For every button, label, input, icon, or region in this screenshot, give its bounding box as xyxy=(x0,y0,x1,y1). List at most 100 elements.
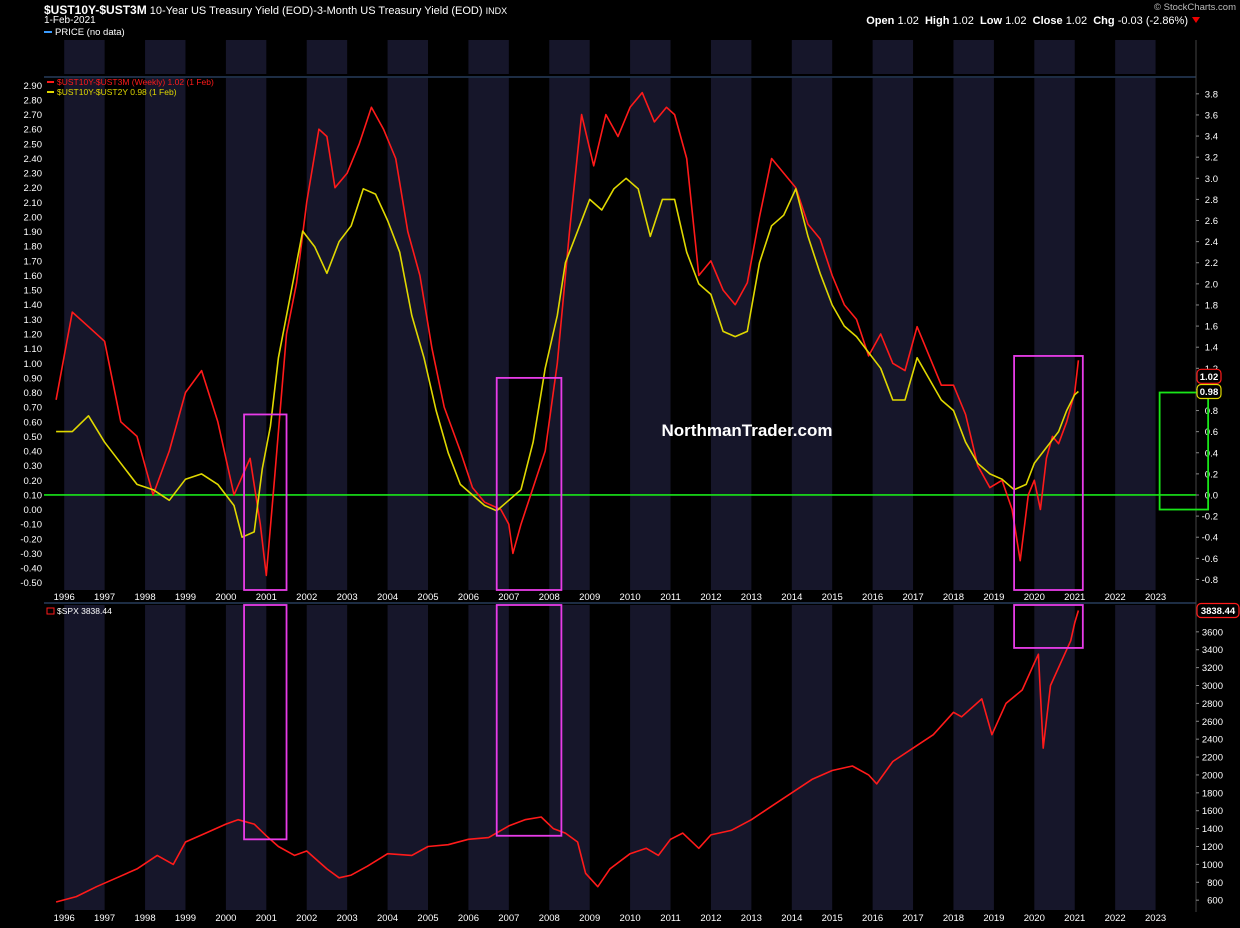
year-band xyxy=(630,78,671,590)
spx-axis-tick-label: 1800 xyxy=(1202,788,1223,799)
panel-frames xyxy=(44,40,1197,912)
left-axis-tick-label: 1.70 xyxy=(24,256,43,267)
left-axis-tick-label: 0.90 xyxy=(24,373,43,384)
year-band xyxy=(64,605,105,910)
x-axis-tick-label: 2009 xyxy=(579,913,600,924)
x-axis-tick-label: 2008 xyxy=(539,913,560,924)
right-axis-tick-label: 3.0 xyxy=(1205,174,1218,185)
left-axis-tick-label: 1.00 xyxy=(24,359,43,370)
left-axis-tick-label: 0.10 xyxy=(24,490,43,501)
x-axis-tick-label: 2004 xyxy=(377,592,398,603)
left-axis-tick-label: 1.30 xyxy=(24,315,43,326)
x-axis-tick-label: 2004 xyxy=(377,913,398,924)
right-axis-tick-label: -0.8 xyxy=(1202,575,1218,586)
year-band xyxy=(1034,605,1075,910)
x-axis-tick-label: 2016 xyxy=(862,913,883,924)
left-axis-tick-label: 0.50 xyxy=(24,432,43,443)
left-axis-tick-label: 2.30 xyxy=(24,169,43,180)
x-axis-tick-label: 2012 xyxy=(700,913,721,924)
x-axis-tick-label: 2003 xyxy=(337,592,358,603)
x-axis-tick-label: 2023 xyxy=(1145,913,1166,924)
chart-canvas: 2.902.802.702.602.502.402.302.202.102.00… xyxy=(20,40,1240,924)
x-axis-tick-label: 2017 xyxy=(902,913,923,924)
right-axis-tick-label: 1.8 xyxy=(1205,300,1218,311)
right-axis-tick-label: 1.6 xyxy=(1205,322,1218,333)
left-axis-tick-label: -0.30 xyxy=(20,549,42,560)
left-axis-tick-label: 2.90 xyxy=(24,81,43,92)
year-band xyxy=(791,40,833,74)
x-axis-tick-label: 1998 xyxy=(134,913,155,924)
year-band xyxy=(306,40,348,74)
right-axis-tick-label: 3.2 xyxy=(1205,153,1218,164)
x-axis-tick-label: 2020 xyxy=(1024,913,1045,924)
spx-axis-tick-label: 600 xyxy=(1207,896,1223,907)
x-axis-tick-label: 2021 xyxy=(1064,592,1085,603)
left-axis-tick-label: 2.50 xyxy=(24,139,43,150)
year-band xyxy=(387,605,428,910)
year-band xyxy=(1115,78,1156,590)
series-lines xyxy=(44,91,1196,903)
left-axis-tick-label: 0.30 xyxy=(24,461,43,472)
left-axis-tick-label: 1.60 xyxy=(24,271,43,282)
highlight-box xyxy=(1158,391,1210,511)
year-band xyxy=(64,40,105,74)
legend-label: $SPX 3838.44 xyxy=(57,606,112,616)
right-axis-tick-label: -0.6 xyxy=(1202,554,1218,565)
left-axis-tick-label: 0.20 xyxy=(24,476,43,487)
spx-axis-tick-label: 2400 xyxy=(1202,735,1223,746)
spx-axis-tick-label: 1000 xyxy=(1202,860,1223,871)
x-axis-tick-label: 2003 xyxy=(337,913,358,924)
x-axis-tick-label: 2021 xyxy=(1064,913,1085,924)
year-band xyxy=(549,40,590,74)
spx-axis-tick-label: 3000 xyxy=(1202,681,1223,692)
left-axis-tick-label: 2.10 xyxy=(24,198,43,209)
x-axis-tick-label: 2013 xyxy=(741,913,762,924)
right-axis-tick-label: 0.4 xyxy=(1205,448,1218,459)
x-axis-tick-label: 2009 xyxy=(579,592,600,603)
left-axis-tick-label: 1.40 xyxy=(24,300,43,311)
year-band xyxy=(145,605,186,910)
left-axis-tick-label: -0.20 xyxy=(20,534,42,545)
spx-axis-tick-label: 2000 xyxy=(1202,770,1223,781)
x-axis-tick-label: 2011 xyxy=(660,592,680,603)
left-axis-tick-label: 2.60 xyxy=(24,125,43,136)
last-value-10y3m: 1.02 xyxy=(1200,372,1219,383)
x-axis-tick-label: 1997 xyxy=(94,913,115,924)
year-band xyxy=(225,40,267,74)
spx-axis-tick-label: 1600 xyxy=(1202,806,1223,817)
spx-axis-tick-label: 2800 xyxy=(1202,699,1223,710)
x-axis-tick-label: 1998 xyxy=(134,592,155,603)
x-axis-tick-label: 2008 xyxy=(539,592,560,603)
x-axis-tick-label: 2014 xyxy=(781,913,802,924)
brand-watermark: NorthmanTrader.com xyxy=(662,421,833,440)
spx-axis-tick-label: 2200 xyxy=(1202,753,1223,764)
legend-swatch xyxy=(47,91,54,93)
year-band xyxy=(225,78,267,590)
year-band xyxy=(872,78,914,590)
year-band xyxy=(710,40,752,74)
x-axis-tick-label: 2006 xyxy=(458,592,479,603)
left-axis-tick-label: 1.20 xyxy=(24,330,43,341)
right-axis-tick-label: 2.6 xyxy=(1205,216,1218,227)
x-axis-tick-label: 2002 xyxy=(296,592,317,603)
left-axis-tick-label: -0.10 xyxy=(20,520,42,531)
right-axis-tick-label: 0.2 xyxy=(1205,469,1218,480)
left-axis-tick-label: 2.70 xyxy=(24,110,43,121)
x-axis-tick-label: 2007 xyxy=(498,913,519,924)
year-band xyxy=(872,605,914,910)
x-axis-tick-label: 2010 xyxy=(620,913,641,924)
year-band xyxy=(953,78,994,590)
x-axis-tick-label: 2015 xyxy=(822,592,843,603)
right-axis-tick-label: 3.4 xyxy=(1205,132,1218,143)
x-axis-tick-label: 2019 xyxy=(983,592,1004,603)
right-axis-tick-label: 2.8 xyxy=(1205,195,1218,206)
x-axis-tick-label: 2005 xyxy=(417,913,438,924)
year-band xyxy=(1115,605,1156,910)
year-band xyxy=(1115,40,1156,74)
left-axis-tick-label: 0.80 xyxy=(24,388,43,399)
left-axis-tick-label: -0.50 xyxy=(20,578,42,589)
year-band xyxy=(630,40,671,74)
left-axis-tick-label: 2.00 xyxy=(24,212,43,223)
left-axis-tick-label: 2.20 xyxy=(24,183,43,194)
x-axis-tick-label: 2014 xyxy=(781,592,802,603)
